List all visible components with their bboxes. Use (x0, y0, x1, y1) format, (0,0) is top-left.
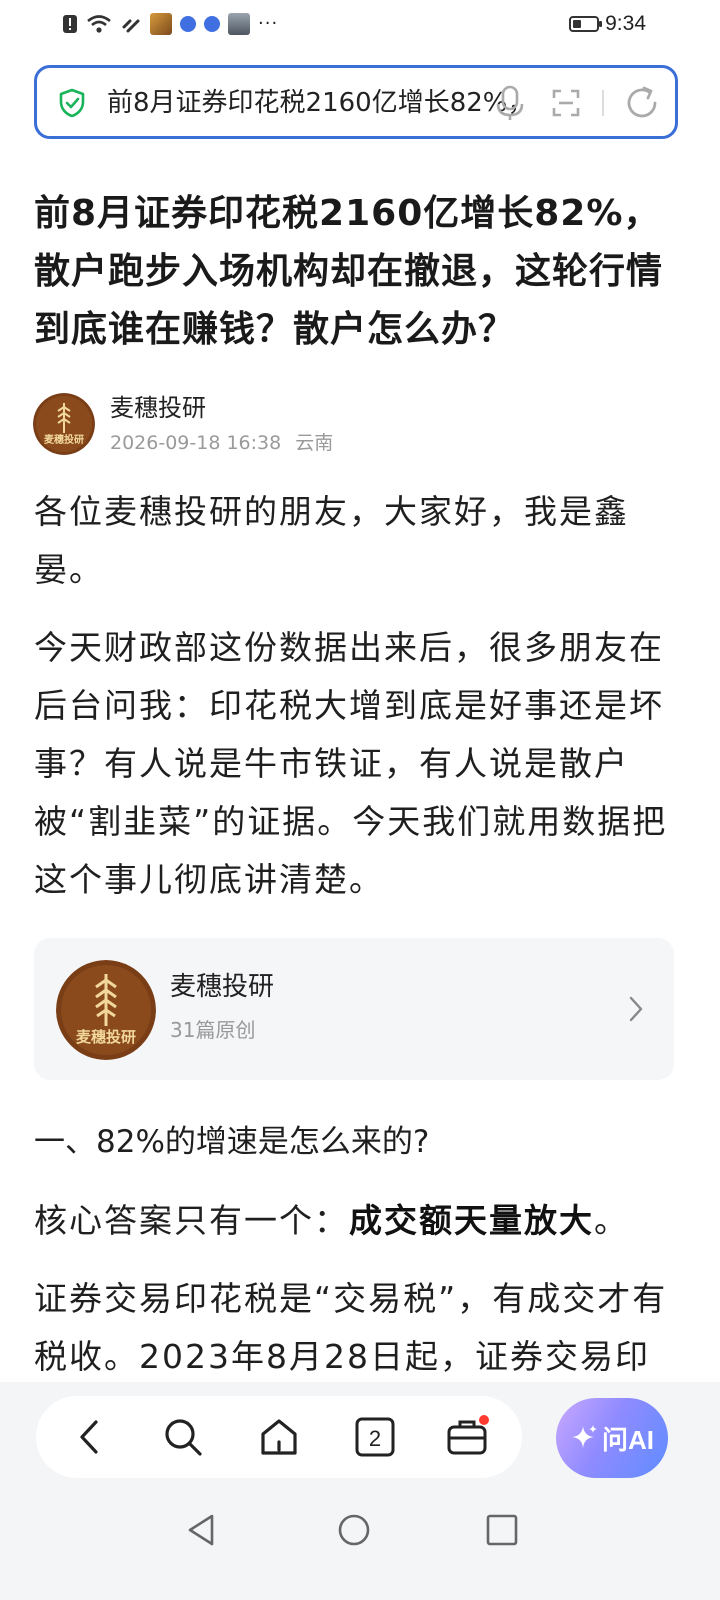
clock: 9:34 (605, 12, 646, 35)
core-answer-suffix: 。 (594, 1201, 629, 1240)
wheat-logo-icon: 麦穗投研 (56, 960, 156, 1060)
article-title: 前8月证券印花税2160亿增长82%，散户跑步入场机构却在撤退，这轮行情到底谁在… (34, 193, 664, 350)
notification-icons: ··· (62, 11, 278, 37)
search-icon[interactable] (160, 1414, 206, 1460)
user-avatar-icon (228, 13, 250, 35)
wheat-logo-icon: 麦穗投研 (33, 393, 95, 455)
paragraph: 各位麦穗投研的朋友，大家好，我是鑫晏。 (34, 492, 629, 589)
card-original-count: 31篇原创 (170, 1018, 256, 1042)
toolbox-icon[interactable] (444, 1414, 490, 1460)
scan-icon[interactable] (551, 88, 581, 118)
svg-text:2: 2 (369, 1426, 381, 1451)
author-name[interactable]: 麦穗投研 (110, 393, 206, 423)
tabs-icon: 2 (355, 1417, 395, 1457)
system-status: 9:34 (569, 10, 646, 38)
paragraph: 今天财政部这份数据出来后，很多朋友在后台问我：印花税大增到底是好事还是坏事？有人… (34, 628, 668, 899)
nav-pill: 2 (36, 1396, 522, 1478)
core-answer: 核心答案只有一个：成交额天量放大。 (34, 1192, 682, 1250)
chevron-right-icon (629, 996, 643, 1022)
bottom-toolbar: 2 问AI (0, 1382, 720, 1600)
more-notifications-icon: ··· (258, 13, 279, 34)
system-recents-icon[interactable] (484, 1512, 520, 1548)
core-answer-highlight: 成交额天量放大 (349, 1201, 594, 1240)
core-answer-prefix: 核心答案只有一个： (34, 1201, 349, 1240)
app-thumbnail-icon (150, 13, 172, 35)
section-heading: 一、82%的增速是怎么来的? (34, 1124, 430, 1160)
card-author-name: 麦穗投研 (170, 972, 275, 1002)
app-badge-icon (204, 16, 220, 32)
home-icon[interactable] (256, 1414, 302, 1460)
svg-text:麦穗投研: 麦穗投研 (76, 1028, 136, 1046)
search-bar[interactable]: 前8月证券印花税2160亿增长82%，散户跑步入场机构却在撤退 (34, 65, 678, 139)
link-icon (120, 13, 142, 35)
svg-text:麦穗投研: 麦穗投研 (44, 433, 84, 446)
divider (602, 90, 604, 116)
system-home-icon[interactable] (336, 1512, 372, 1548)
alert-icon (62, 13, 78, 35)
card-avatar: 麦穗投研 (56, 960, 156, 1060)
post-location: 云南 (295, 432, 334, 454)
sparkle-icon (571, 1425, 597, 1448)
microphone-icon[interactable] (493, 84, 527, 122)
wifi-icon (86, 13, 112, 35)
ask-ai-label: 问AI (601, 1424, 654, 1455)
battery-icon (569, 16, 603, 32)
status-bar: ··· 9:34 (0, 0, 720, 50)
post-meta: 2026-09-18 16:38 云南 (110, 430, 333, 456)
post-date: 2026-09-18 16:38 (110, 432, 282, 454)
author-avatar[interactable]: 麦穗投研 (33, 393, 95, 455)
search-input[interactable]: 前8月证券印花税2160亿增长82%，散户跑步入场机构却在撤退 (107, 86, 517, 120)
battery-level (573, 20, 582, 28)
refresh-icon[interactable] (623, 84, 661, 122)
author-card[interactable]: 麦穗投研 麦穗投研 31篇原创 (34, 938, 674, 1080)
app-badge-icon (180, 16, 196, 32)
system-navigation-bar (0, 1500, 720, 1560)
system-back-icon[interactable] (184, 1512, 220, 1548)
tabs-button[interactable]: 2 (352, 1414, 398, 1460)
shield-check-icon (59, 88, 85, 118)
chevron-left-icon[interactable] (68, 1414, 114, 1460)
ask-ai-button[interactable]: 问AI (556, 1398, 668, 1478)
